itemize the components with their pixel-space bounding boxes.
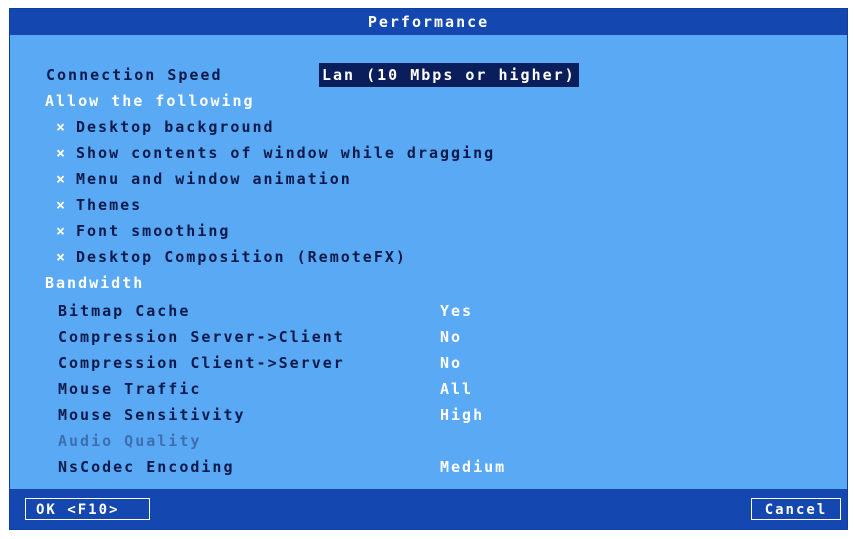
setting-value: All <box>440 380 474 398</box>
option-label: Show contents of window while dragging <box>76 144 496 162</box>
option-label: Font smoothing <box>76 222 231 240</box>
option-menu-animation[interactable]: × Menu and window animation <box>10 167 847 191</box>
checkmark-icon: × <box>56 248 68 266</box>
checkmark-icon: × <box>56 118 68 136</box>
checkmark-icon: × <box>56 144 68 162</box>
setting-value: No <box>440 354 463 372</box>
checkmark-icon: × <box>56 222 68 240</box>
performance-dialog: Performance Connection Speed Lan (10 Mbp… <box>9 8 848 530</box>
option-show-window-contents[interactable]: × Show contents of window while dragging <box>10 141 847 165</box>
checkmark-icon: × <box>56 196 68 214</box>
ok-button[interactable]: OK <F10> <box>25 498 150 520</box>
bandwidth-row-audio-quality: Audio Quality <box>10 429 847 453</box>
connection-speed-select[interactable]: Lan (10 Mbps or higher) <box>319 63 579 87</box>
setting-label: Compression Client->Server <box>58 354 345 372</box>
option-themes[interactable]: × Themes <box>10 193 847 217</box>
setting-label: Mouse Sensitivity <box>58 406 246 424</box>
option-label: Themes <box>76 196 143 214</box>
bandwidth-row-bitmap-cache[interactable]: Bitmap Cache Yes <box>10 299 847 323</box>
bandwidth-row-mouse-sensitivity[interactable]: Mouse Sensitivity High <box>10 403 847 427</box>
bandwidth-section-heading: Bandwidth <box>45 274 145 292</box>
option-font-smoothing[interactable]: × Font smoothing <box>10 219 847 243</box>
setting-label: Bitmap Cache <box>58 302 191 320</box>
option-label: Desktop Composition (RemoteFX) <box>76 248 407 266</box>
bandwidth-row-nscodec-encoding[interactable]: NsCodec Encoding Medium <box>10 455 847 479</box>
setting-label: Compression Server->Client <box>58 328 345 346</box>
setting-value: Yes <box>440 302 474 320</box>
option-label: Menu and window animation <box>76 170 352 188</box>
setting-label: Mouse Traffic <box>58 380 202 398</box>
cancel-button[interactable]: Cancel <box>751 498 841 520</box>
setting-value: No <box>440 328 463 346</box>
setting-label: Audio Quality <box>58 432 202 450</box>
bandwidth-row-mouse-traffic[interactable]: Mouse Traffic All <box>10 377 847 401</box>
checkmark-icon: × <box>56 170 68 188</box>
dialog-title: Performance <box>367 13 490 31</box>
setting-label: NsCodec Encoding <box>58 458 235 476</box>
setting-value: High <box>440 406 485 424</box>
bandwidth-row-compression-server-client[interactable]: Compression Server->Client No <box>10 325 847 349</box>
setting-value: Medium <box>440 458 507 476</box>
option-desktop-background[interactable]: × Desktop background <box>10 115 847 139</box>
screen: Performance Connection Speed Lan (10 Mbp… <box>0 0 856 539</box>
connection-speed-label: Connection Speed <box>46 66 223 84</box>
option-desktop-composition[interactable]: × Desktop Composition (RemoteFX) <box>10 245 847 269</box>
option-label: Desktop background <box>76 118 275 136</box>
allow-section-heading: Allow the following <box>45 92 255 110</box>
dialog-footer: OK <F10> Cancel <box>10 489 847 529</box>
dialog-title-bar: Performance <box>10 9 847 35</box>
bandwidth-row-compression-client-server[interactable]: Compression Client->Server No <box>10 351 847 375</box>
